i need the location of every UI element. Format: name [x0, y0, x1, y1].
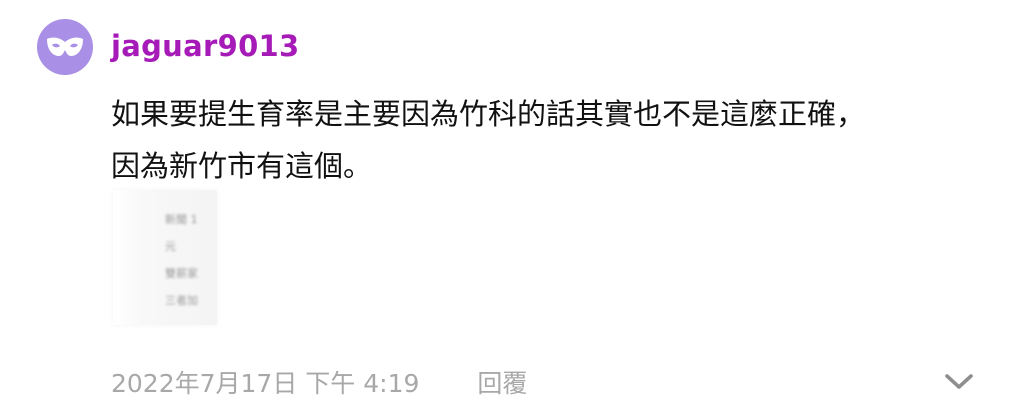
attachment-text-line: 雙薪家	[165, 267, 198, 280]
username[interactable]: jaguar9013	[111, 24, 300, 68]
attachment-text-line: 三者加	[165, 294, 198, 307]
attachment-text-line: 元	[165, 240, 176, 253]
timestamp: 2022年7月17日 下午 4:19	[111, 369, 420, 398]
attachment-text-line: 新聞 1	[165, 213, 198, 226]
comment-text-line: 如果要提生育率是主要因為竹科的話其實也不是這麼正確，	[111, 97, 866, 131]
avatar[interactable]	[37, 19, 93, 75]
comment-text-line: 因為新竹市有這個。	[111, 149, 373, 183]
comment-meta: 2022年7月17日 下午 4:19 回覆	[111, 362, 527, 402]
mask-icon	[47, 37, 83, 57]
chevron-down-icon	[945, 374, 973, 389]
attachment-blurred-text: 新聞 1 元 雙薪家 三者加	[165, 206, 198, 314]
reply-button[interactable]: 回覆	[477, 364, 527, 400]
attachment-image[interactable]: 新聞 1 元 雙薪家 三者加	[113, 190, 217, 325]
comment-text: 如果要提生育率是主要因為竹科的話其實也不是這麼正確， 因為新竹市有這個。	[111, 88, 991, 192]
comment: jaguar9013 如果要提生育率是主要因為竹科的話其實也不是這麼正確， 因為…	[0, 0, 1024, 420]
expand-button[interactable]	[942, 370, 976, 394]
